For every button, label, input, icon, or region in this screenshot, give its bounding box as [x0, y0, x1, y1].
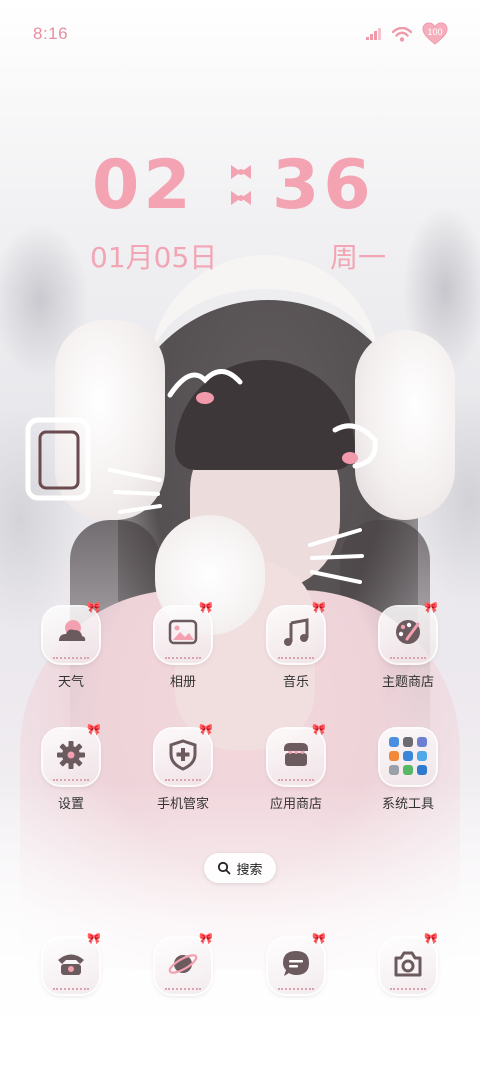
folder-tile — [380, 729, 436, 785]
dock-messages[interactable]: 🎀 — [248, 932, 344, 994]
app-label: 手机管家 — [156, 797, 209, 812]
app-tile: 🎀 — [380, 932, 438, 994]
dock-phone[interactable]: 🎀 — [23, 932, 119, 994]
message-icon — [283, 951, 309, 976]
phone-icon — [58, 954, 84, 975]
store-icon — [284, 743, 308, 766]
folder-icon — [389, 737, 427, 775]
wallpaper-fade — [0, 780, 480, 1067]
clock-date: 01月05日 — [90, 241, 218, 274]
tile-decoration — [53, 651, 89, 659]
tile-decoration — [278, 651, 314, 659]
cat-ears-doodle — [25, 369, 378, 584]
app-label: 主题商店 — [381, 675, 434, 690]
bow-decoration-icon: 🎀 — [424, 932, 438, 945]
app-tile: 🎀 — [268, 932, 326, 994]
tile-decoration — [165, 982, 201, 990]
wifi-icon — [392, 26, 412, 42]
clock-weekday: 周一 — [330, 241, 387, 274]
app-label: 音乐 — [282, 675, 309, 690]
app-settings[interactable]: 🎀 设置 — [23, 723, 119, 812]
bow-decoration-icon: 🎀 — [424, 601, 438, 614]
tile-decoration — [390, 651, 426, 659]
app-tile: 🎀 — [155, 932, 213, 994]
bow-decoration-icon: 🎀 — [87, 932, 101, 945]
status-bar: 8:16 100 — [0, 0, 480, 70]
app-label: 相册 — [169, 675, 196, 690]
status-time: 8:16 — [33, 24, 69, 43]
app-music[interactable]: 🎀 音乐 — [248, 601, 344, 690]
search-icon — [218, 861, 231, 875]
tile-decoration — [390, 982, 426, 990]
app-tile: 🎀 — [43, 601, 101, 663]
app-tile: 🎀 — [268, 601, 326, 663]
search-button[interactable]: 搜索 — [204, 853, 276, 883]
status-icons: 100 — [366, 22, 448, 46]
bow-decoration-icon: 🎀 — [312, 601, 326, 614]
bow-separator-icon — [231, 165, 251, 205]
bow-decoration-icon: 🎀 — [199, 601, 213, 614]
bow-decoration-icon: 🎀 — [87, 723, 101, 736]
shield-icon — [169, 739, 197, 771]
music-icon — [284, 618, 309, 646]
palette-icon — [396, 620, 420, 644]
tile-decoration — [278, 773, 314, 781]
app-label: 系统工具 — [381, 797, 434, 812]
bow-decoration-icon: 🎀 — [199, 723, 213, 736]
bow-decoration-icon: 🎀 — [312, 723, 326, 736]
gallery-icon — [168, 619, 198, 645]
dock-browser[interactable]: 🎀 — [135, 932, 231, 994]
battery-level: 100 — [427, 27, 443, 37]
bow-decoration-icon: 🎀 — [87, 601, 101, 614]
app-phone-manager[interactable]: 🎀 手机管家 — [135, 723, 231, 812]
tile-decoration — [165, 773, 201, 781]
signal-icon — [366, 28, 381, 40]
tile-decoration — [53, 982, 89, 990]
dock-camera[interactable]: 🎀 — [360, 932, 456, 994]
bow-decoration-icon: 🎀 — [312, 932, 326, 945]
camera-icon — [394, 951, 422, 977]
browser-icon — [168, 954, 198, 974]
gear-icon — [57, 741, 85, 769]
tile-decoration — [53, 773, 89, 781]
app-theme-store[interactable]: 🎀 主题商店 — [360, 601, 456, 690]
app-tile: 🎀 — [380, 601, 438, 663]
battery-heart-icon: 100 — [422, 22, 448, 46]
app-tile: 🎀 — [43, 932, 101, 994]
app-label: 设置 — [57, 797, 84, 812]
clock-minute: 36 — [272, 146, 375, 225]
app-tile: 🎀 — [268, 723, 326, 785]
clock-hour: 02 — [92, 146, 195, 225]
app-folder-system-tools[interactable]: 系统工具 — [360, 729, 456, 812]
app-tile: 🎀 — [155, 601, 213, 663]
app-tile: 🎀 — [43, 723, 101, 785]
bow-decoration-icon: 🎀 — [199, 932, 213, 945]
tile-decoration — [165, 651, 201, 659]
app-tile: 🎀 — [155, 723, 213, 785]
app-app-store[interactable]: 🎀 应用商店 — [248, 723, 344, 812]
weather-icon — [59, 620, 86, 641]
app-label: 应用商店 — [269, 797, 322, 812]
search-label: 搜索 — [236, 862, 263, 878]
app-weather[interactable]: 🎀 天气 — [23, 601, 119, 690]
app-gallery[interactable]: 🎀 相册 — [135, 601, 231, 690]
app-label: 天气 — [57, 675, 84, 690]
tile-decoration — [278, 982, 314, 990]
